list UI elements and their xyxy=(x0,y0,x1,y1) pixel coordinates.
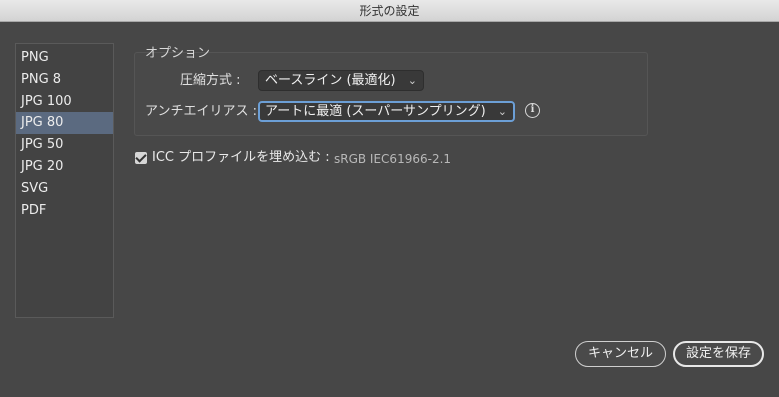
icc-embed-label: ICC プロファイルを埋め込む : xyxy=(152,150,330,165)
antialias-select[interactable]: アートに最適 (スーパーサンプリング) ⌄ xyxy=(258,101,515,122)
window-title: 形式の設定 xyxy=(0,0,779,22)
format-item-pdf[interactable]: PDF xyxy=(16,200,113,222)
format-item-png8[interactable]: PNG 8 xyxy=(16,69,113,91)
cancel-button[interactable]: キャンセル xyxy=(575,341,666,367)
chevron-down-icon: ⌄ xyxy=(407,74,417,87)
format-item-svg[interactable]: SVG xyxy=(16,178,113,200)
antialias-value: アートに最適 (スーパーサンプリング) xyxy=(265,104,486,119)
format-item-jpg80[interactable]: JPG 80 xyxy=(16,112,113,134)
info-icon[interactable]: i xyxy=(525,103,540,118)
icc-profile-value: sRGB IEC61966-2.1 xyxy=(334,152,452,166)
format-list: PNG PNG 8 JPG 100 JPG 80 JPG 50 JPG 20 S… xyxy=(15,43,114,318)
format-item-jpg20[interactable]: JPG 20 xyxy=(16,156,113,178)
options-group xyxy=(134,52,648,136)
compression-label: 圧縮方式 : xyxy=(180,73,241,88)
antialias-label: アンチエイリアス : xyxy=(145,104,257,119)
format-item-jpg100[interactable]: JPG 100 xyxy=(16,91,113,113)
format-item-png[interactable]: PNG xyxy=(16,47,113,69)
options-group-label: オプション xyxy=(145,46,211,61)
format-item-jpg50[interactable]: JPG 50 xyxy=(16,134,113,156)
save-settings-button[interactable]: 設定を保存 xyxy=(673,341,764,367)
chevron-down-icon: ⌄ xyxy=(497,105,507,118)
compression-select[interactable]: ベースライン (最適化) ⌄ xyxy=(258,70,424,91)
compression-value: ベースライン (最適化) xyxy=(265,73,396,88)
icc-embed-checkbox[interactable] xyxy=(135,152,147,164)
